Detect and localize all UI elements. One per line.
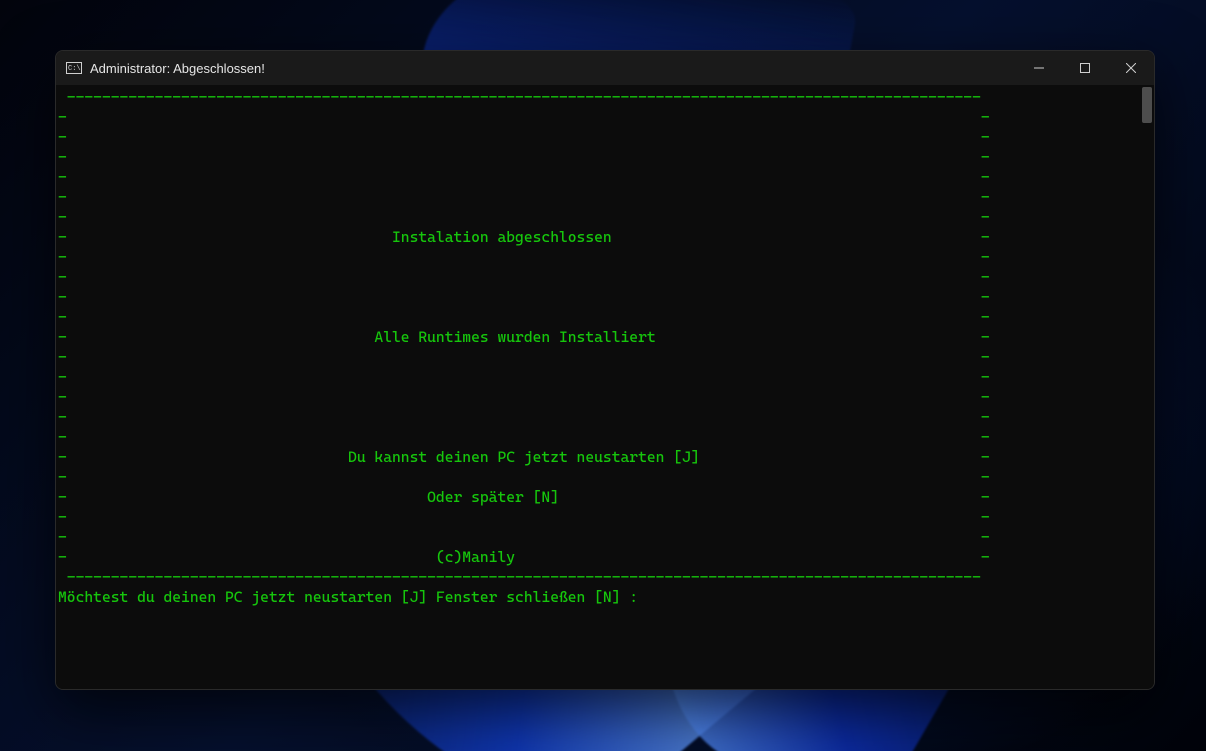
titlebar[interactable]: C:\ Administrator: Abgeschlossen! [56,51,1154,85]
cmd-icon: C:\ [66,60,82,76]
minimize-button[interactable] [1016,51,1062,85]
maximize-button[interactable] [1062,51,1108,85]
window-title: Administrator: Abgeschlossen! [90,61,265,76]
scrollbar-thumb[interactable] [1142,87,1152,123]
terminal-output[interactable]: ----------------------------------------… [56,85,1140,689]
close-button[interactable] [1108,51,1154,85]
svg-text:C:\: C:\ [68,65,81,73]
terminal-window: C:\ Administrator: Abgeschlossen! ------… [55,50,1155,690]
